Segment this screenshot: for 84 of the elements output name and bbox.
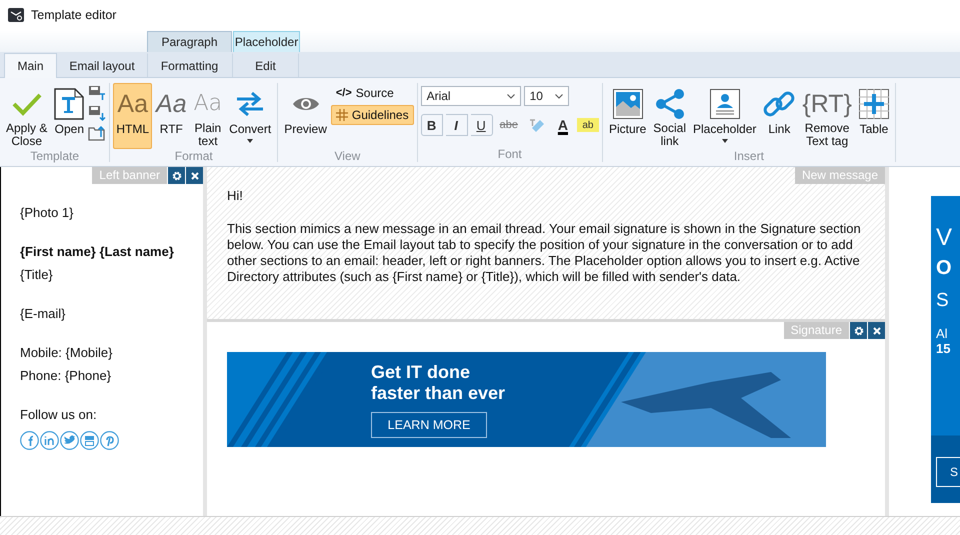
- group-label: Font: [498, 147, 522, 162]
- signature-text: Phone: {Phone}: [20, 368, 112, 384]
- ribbon-tab[interactable]: Main: [4, 53, 57, 78]
- ribbon-button[interactable]: Social link: [650, 83, 689, 149]
- banner-button[interactable]: S: [936, 457, 960, 487]
- ribbon-tab[interactable]: Formatting: [147, 53, 232, 77]
- learn-more-button[interactable]: LEARN MORE: [371, 412, 487, 438]
- signature-text: {E-mail}: [20, 306, 67, 322]
- settings-button[interactable]: [850, 322, 867, 339]
- document-icon: [54, 88, 84, 120]
- signature-text: Mobile: {Mobile}: [20, 345, 114, 361]
- app-icon: [8, 8, 24, 22]
- code-icon: </>: [336, 87, 352, 99]
- ribbon-button[interactable]: Convert: [226, 83, 274, 149]
- ribbon-button[interactable]: Placeholder: [690, 83, 760, 149]
- window-title: Template editor: [31, 8, 116, 22]
- banner-text: Al: [936, 326, 949, 341]
- ribbon-button[interactable]: Guidelines: [330, 105, 414, 125]
- ribbon-button[interactable]: {RT} Remove Text tag: [799, 83, 855, 149]
- banner-headline: Get IT done faster than ever: [371, 362, 506, 404]
- banner-text: S: [936, 290, 950, 312]
- share-icon: [654, 88, 686, 120]
- close-button[interactable]: [186, 167, 203, 184]
- banner-text: O: [936, 257, 953, 280]
- ribbon-button[interactable]: Picture: [606, 83, 650, 149]
- context-tab-header: Paragraph: [147, 31, 232, 52]
- banner-text: V: [936, 224, 954, 252]
- floppy-icon[interactable]: [88, 85, 106, 101]
- social-icon[interactable]: [40, 431, 59, 450]
- format-button[interactable]: U: [470, 114, 493, 136]
- social-icon[interactable]: [20, 431, 39, 450]
- ribbon-tab[interactable]: Email layout: [57, 53, 147, 77]
- folder-upload-icon[interactable]: [88, 125, 106, 141]
- signature-text: {First name} {Last name}: [20, 244, 175, 260]
- group-label: Insert: [734, 149, 764, 164]
- floppy-icon[interactable]: [88, 105, 106, 121]
- social-icon[interactable]: [60, 431, 79, 450]
- signature-text: Follow us on:: [20, 407, 98, 423]
- ribbon-button[interactable]: Apply & Close: [3, 83, 50, 149]
- person-card-icon: [710, 89, 740, 119]
- eye-icon: [292, 95, 320, 113]
- settings-button[interactable]: [168, 167, 185, 184]
- chevron-icon: [554, 94, 563, 98]
- close-button[interactable]: [868, 322, 885, 339]
- format-button[interactable]: ab: [576, 118, 599, 132]
- format-button[interactable]: B: [420, 114, 443, 136]
- group-label: View: [334, 149, 360, 164]
- chevron-icon: [506, 94, 515, 98]
- ribbon-button[interactable]: Aa Plain text: [190, 83, 226, 149]
- swap-arrows-icon: [235, 91, 266, 117]
- hash-grid-icon: [336, 109, 348, 121]
- font-size-dropdown[interactable]: 10: [524, 86, 569, 106]
- banner-text: 15: [936, 341, 952, 356]
- ribbon-button[interactable]: Aa RTF: [153, 83, 190, 149]
- text-style-icon: Aa: [156, 89, 187, 119]
- group-label: Format: [174, 149, 213, 164]
- social-icon[interactable]: [100, 431, 119, 450]
- ribbon-tab[interactable]: Edit: [232, 53, 299, 77]
- ribbon-button[interactable]: </> Source: [330, 83, 414, 103]
- ribbon-button[interactable]: Open: [51, 83, 88, 149]
- greeting-text: Hi!: [227, 188, 244, 204]
- eraser-icon: [528, 117, 545, 133]
- close-icon: [190, 172, 198, 180]
- format-button[interactable]: I: [446, 114, 468, 136]
- ribbon-button[interactable]: Aa HTML: [113, 83, 152, 149]
- signature-text: {Photo 1}: [20, 205, 74, 221]
- picture-icon: [612, 89, 643, 119]
- text-style-icon: {RT}: [802, 88, 852, 118]
- text-style-icon: Aa: [117, 89, 148, 119]
- message-paragraph: This section mimics a new message in an email thread. Your email signature is shown in the Signature section below. You can use the Email layout tab to specify the position of your signature in the conversation or to add other sections to an email: header, left or right banners. The Placeholder option allows you to insert e.g. Active Directory attributes (such as {First name} or {Title}), which will be filled with sender's data.: [227, 221, 862, 285]
- gear-icon: [172, 170, 182, 180]
- checkmark-icon: [12, 92, 42, 116]
- context-tab-header: Placeholder: [233, 31, 300, 52]
- font-family-dropdown[interactable]: Arial: [420, 86, 521, 106]
- close-icon: [872, 326, 880, 334]
- text-style-icon: Aa: [194, 88, 222, 118]
- ribbon-button[interactable]: Table: [856, 83, 892, 149]
- social-icon[interactable]: [80, 431, 99, 450]
- ribbon-button[interactable]: Link: [760, 83, 798, 149]
- signature-text: {Title}: [20, 267, 54, 283]
- table-plus-icon: [858, 89, 889, 119]
- gear-icon: [854, 326, 864, 336]
- ribbon-button[interactable]: Preview: [281, 83, 330, 149]
- group-label: Template: [30, 149, 80, 164]
